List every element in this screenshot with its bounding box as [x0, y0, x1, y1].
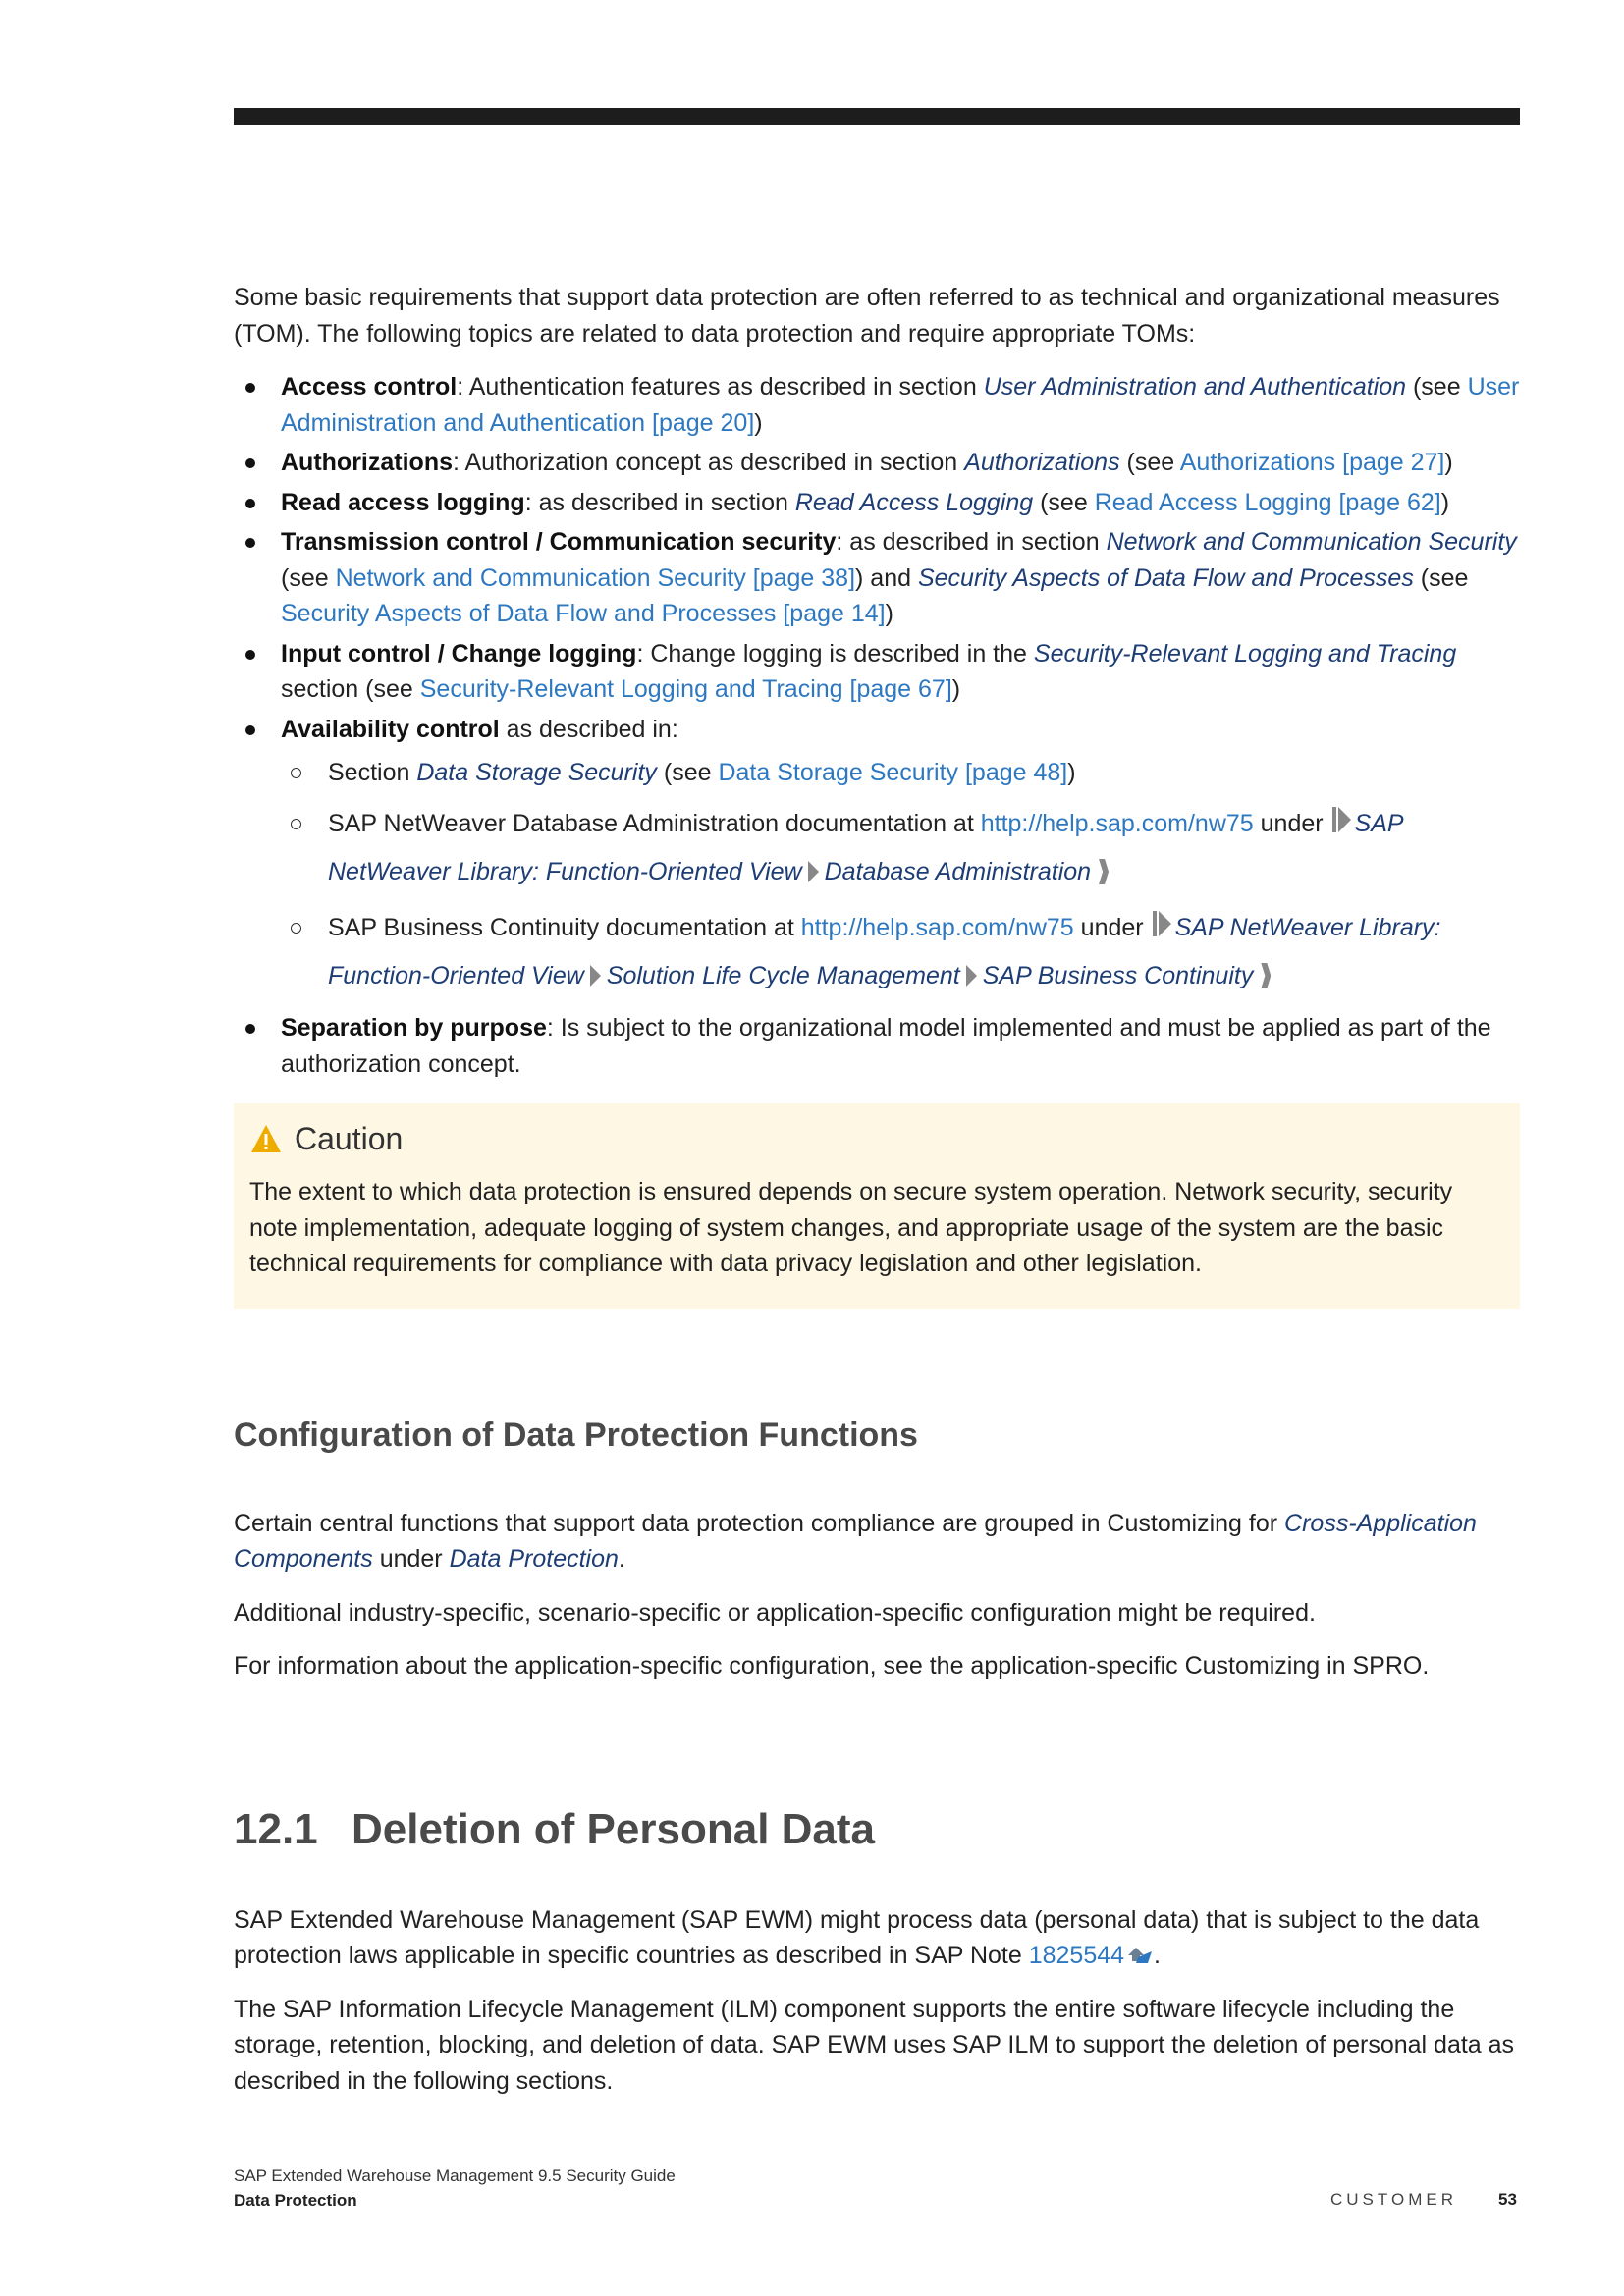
list-term: Separation by purpose [281, 1014, 547, 1041]
list-term: Authorizations [281, 449, 453, 476]
menu-path-start-icon [1331, 807, 1351, 850]
warning-icon [251, 1125, 281, 1152]
menu-path-end-icon [1099, 855, 1110, 898]
list-text: (see [656, 759, 719, 786]
availability-sublist: Section Data Storage Security (see Data … [281, 751, 1520, 1002]
section-title: Deletion of Personal Data [352, 1804, 876, 1853]
list-term: Input control / Change logging [281, 639, 637, 667]
section-reference: Data Protection [449, 1545, 619, 1573]
list-text: Section [328, 759, 417, 786]
section-paragraph: The SAP Information Lifecycle Management… [234, 1995, 1515, 2095]
list-text: SAP Business Continuity documentation at [328, 914, 801, 941]
list-text: SAP NetWeaver Database Administration do… [328, 810, 981, 837]
section-reference: Authorizations [964, 449, 1120, 476]
list-item: Input control / Change logging: Change l… [234, 636, 1520, 708]
list-text: ) [885, 600, 893, 627]
list-text: (see [1033, 488, 1095, 516]
menu-path-item: Database Administration [824, 858, 1092, 885]
intro-paragraph: Some basic requirements that support dat… [234, 284, 1500, 347]
tom-list: Access control: Authentication features … [234, 369, 1520, 1082]
list-term: Transmission control / Communication sec… [281, 528, 837, 556]
config-paragraph: For information about the application-sp… [234, 1652, 1430, 1680]
menu-path-separator-icon [965, 965, 977, 987]
list-text: under [1073, 914, 1151, 941]
top-rule [234, 108, 1520, 125]
list-text: : Change logging is described in the [636, 639, 1034, 667]
list-text: : as described in section [524, 488, 795, 516]
footer-classification: CUSTOMER [1330, 2190, 1457, 2209]
sap-note-link[interactable]: 1825544 [1029, 1942, 1124, 1969]
url-link[interactable]: http://help.sap.com/nw75 [981, 810, 1254, 837]
list-item: Availability control as described in: Se… [234, 712, 1520, 1003]
section-number: 12.1 [234, 1804, 318, 1853]
list-item: Separation by purpose: Is subject to the… [234, 1010, 1520, 1082]
page-content: Some basic requirements that support dat… [234, 280, 1520, 2116]
list-text: (see [1119, 449, 1180, 476]
config-paragraph: Certain central functions that support d… [234, 1506, 1520, 1577]
list-text: (see [281, 563, 336, 592]
caution-title: Caution [295, 1121, 404, 1156]
paragraph-text: . [1154, 1942, 1161, 1969]
caution-box: Caution The extent to which data protect… [234, 1103, 1520, 1309]
config-paragraph: Additional industry-specific, scenario-s… [234, 1598, 1316, 1627]
url-link[interactable]: http://help.sap.com/nw75 [801, 914, 1074, 941]
list-text: as described in: [499, 715, 678, 743]
list-text: (see [1413, 563, 1469, 592]
menu-path-start-icon [1152, 911, 1171, 954]
list-item: Transmission control / Communication sec… [234, 524, 1520, 632]
caution-text: The extent to which data protection is e… [249, 1178, 1453, 1277]
section-reference: Read Access Logging [794, 488, 1034, 516]
sublist-item: SAP NetWeaver Database Administration do… [281, 802, 1520, 898]
list-text: ) [951, 675, 961, 703]
list-term: Read access logging [281, 488, 525, 516]
footer-document-title: SAP Extended Warehouse Management 9.5 Se… [234, 2166, 676, 2185]
page-link[interactable]: Security Aspects of Data Flow and Proces… [281, 600, 886, 627]
list-term: Availability control [281, 715, 500, 743]
section-reference: User Administration and Authentication [983, 373, 1407, 400]
list-text: : Authorization concept as described in … [453, 449, 965, 476]
list-text: ) and [855, 563, 918, 592]
page-link[interactable]: Security-Relevant Logging and Tracing [p… [420, 675, 952, 703]
list-item: Authorizations: Authorization concept as… [234, 445, 1520, 481]
list-text: ) [1440, 488, 1450, 516]
paragraph-text: under [372, 1545, 450, 1573]
menu-path-separator-icon [807, 861, 819, 882]
list-item: Read access logging: as described in sec… [234, 485, 1520, 521]
paragraph-text: Certain central functions that support d… [234, 1509, 1285, 1537]
list-text: under [1253, 810, 1330, 837]
list-text: ) [1067, 759, 1076, 786]
page-link[interactable]: Network and Communication Security [page… [336, 564, 855, 592]
section-reference: Security-Relevant Logging and Tracing [1033, 639, 1457, 667]
footer-chapter: Data Protection [234, 2191, 357, 2210]
section-reference: Security Aspects of Data Flow and Proces… [917, 563, 1414, 592]
menu-path-item: SAP Business Continuity [982, 962, 1254, 989]
list-text: ) [754, 408, 763, 437]
section-reference: Network and Communication Security [1106, 528, 1517, 556]
list-text: : as described in section [836, 528, 1107, 556]
page-link[interactable]: Authorizations [page 27] [1180, 449, 1445, 476]
external-link-icon[interactable] [1126, 1944, 1154, 1965]
list-text: (see [1406, 373, 1468, 400]
menu-path-separator-icon [589, 965, 601, 987]
config-heading: Configuration of Data Protection Functio… [234, 1415, 918, 1454]
paragraph-text: SAP Extended Warehouse Management (SAP E… [234, 1905, 1480, 1970]
list-text: ) [1444, 449, 1453, 476]
list-item: Access control: Authentication features … [234, 369, 1520, 441]
list-text: : Authentication features as described i… [457, 373, 984, 400]
paragraph-text: . [618, 1545, 625, 1573]
list-text: section (see [281, 675, 420, 703]
sublist-item: SAP Business Continuity documentation at… [281, 906, 1520, 1002]
list-term: Access control [281, 373, 458, 400]
page-link[interactable]: Data Storage Security [page 48] [718, 759, 1067, 786]
section-reference: Data Storage Security [416, 759, 657, 786]
page-link[interactable]: Read Access Logging [page 62] [1095, 489, 1441, 516]
sublist-item: Section Data Storage Security (see Data … [281, 751, 1520, 794]
caution-header: Caution [249, 1119, 1504, 1158]
menu-path-item: Solution Life Cycle Management [606, 962, 960, 989]
page-number: 53 [1498, 2190, 1517, 2209]
menu-path-end-icon [1261, 959, 1272, 1002]
section-paragraph: SAP Extended Warehouse Management (SAP E… [234, 1902, 1520, 1974]
section-heading: 12.1 Deletion of Personal Data [234, 1804, 1520, 1855]
